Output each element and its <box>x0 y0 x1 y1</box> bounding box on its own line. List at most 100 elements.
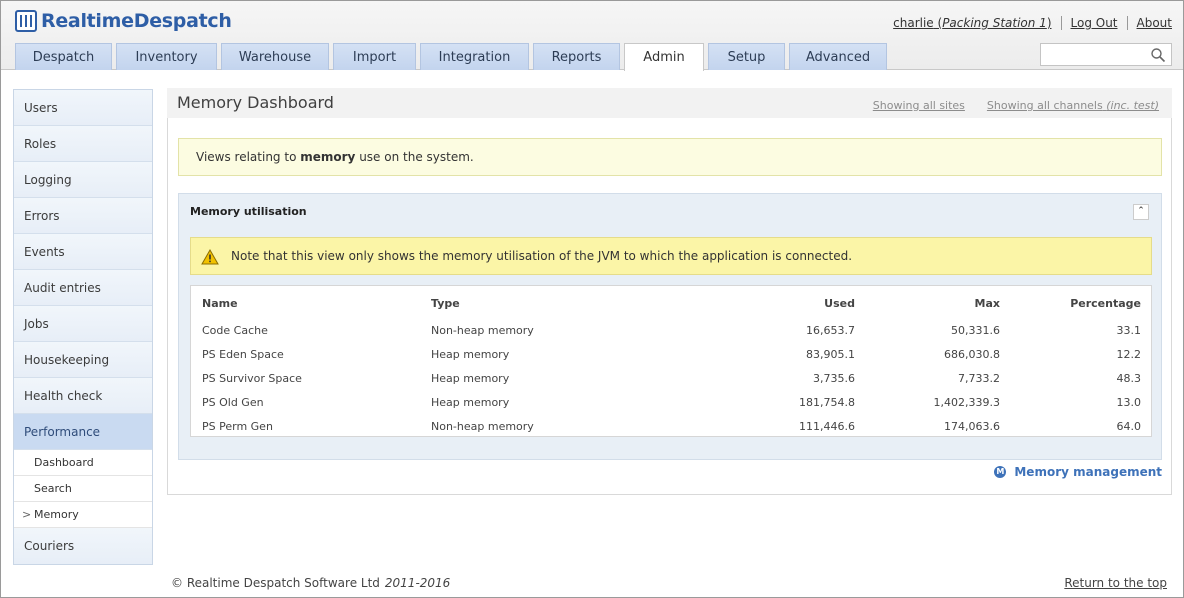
tab-admin[interactable]: Admin <box>624 43 704 71</box>
tab-inventory[interactable]: Inventory <box>116 43 217 70</box>
main-tabs: Despatch Inventory Warehouse Import Inte… <box>15 43 891 71</box>
divider <box>1060 16 1062 30</box>
cell-percentage: 33.1 <box>1116 323 1142 337</box>
memory-table-container: Name Type Used Max Percentage Code Cache… <box>190 285 1152 437</box>
warning-message: Note that this view only shows the memor… <box>190 237 1152 275</box>
col-header-used[interactable]: Used <box>671 286 855 318</box>
memory-management-icon: M <box>994 466 1007 478</box>
memory-utilisation-section: Memory utilisation ⌃ Note that this view… <box>178 193 1162 460</box>
sidebar-item-users[interactable]: Users <box>14 90 152 126</box>
tab-integration[interactable]: Integration <box>420 43 529 70</box>
cell-type: Non-heap memory <box>431 419 534 433</box>
sidebar-item-errors[interactable]: Errors <box>14 198 152 234</box>
collapse-icon[interactable]: ⌃ <box>1133 204 1149 220</box>
memory-management-link[interactable]: M Memory management <box>994 465 1162 479</box>
cell-used: 111,446.6 <box>799 419 855 433</box>
section-title: Memory utilisation <box>190 205 307 218</box>
cell-max: 1,402,339.3 <box>933 395 1000 409</box>
panel-body: Views relating to memory use on the syst… <box>167 118 1172 495</box>
table-row: Code Cache Non-heap memory 16,653.7 50,3… <box>191 318 1151 342</box>
tab-advanced[interactable]: Advanced <box>789 43 887 70</box>
sidebar-item-events[interactable]: Events <box>14 234 152 270</box>
cell-max: 50,331.6 <box>951 323 1000 337</box>
channels-filter-link[interactable]: Showing all channels (inc. test) <box>987 99 1159 112</box>
logo-text-bold: Realtime <box>41 10 134 32</box>
app-header: RealtimeDespatch charlie (Packing Statio… <box>1 1 1183 71</box>
col-header-max[interactable]: Max <box>855 286 1000 318</box>
cell-used: 16,653.7 <box>806 323 855 337</box>
info-suffix: use on the system. <box>359 150 474 164</box>
sidebar-item-jobs[interactable]: Jobs <box>14 306 152 342</box>
page-title: Memory Dashboard <box>177 93 334 112</box>
barcode-box-icon <box>15 10 37 32</box>
col-header-type[interactable]: Type <box>431 286 671 318</box>
col-header-name[interactable]: Name <box>191 286 431 318</box>
sidebar-subitem-memory-label: Memory <box>34 508 79 521</box>
cell-name: PS Survivor Space <box>202 371 302 385</box>
user-links: charlie (Packing Station 1) Log Out Abou… <box>893 16 1172 30</box>
search-input[interactable] <box>1040 43 1172 66</box>
station-name: Packing Station 1 <box>942 16 1047 30</box>
user-profile-link[interactable]: charlie (Packing Station 1) <box>893 16 1051 30</box>
copyright-years: 2011-2016 <box>384 576 451 590</box>
user-name: charlie <box>893 16 934 30</box>
channels-filter-note: (inc. test) <box>1106 99 1159 112</box>
sidebar-subitem-search[interactable]: Search <box>14 476 152 502</box>
info-message: Views relating to memory use on the syst… <box>178 138 1162 176</box>
scope-links: Showing all sites Showing all channels (… <box>873 99 1159 112</box>
tab-reports[interactable]: Reports <box>533 43 620 70</box>
table-row: PS Eden Space Heap memory 83,905.1 686,0… <box>191 342 1151 366</box>
about-link[interactable]: About <box>1137 16 1172 30</box>
table-row: PS Survivor Space Heap memory 3,735.6 7,… <box>191 366 1151 390</box>
info-keyword: memory <box>300 150 356 164</box>
cell-type: Non-heap memory <box>431 323 534 337</box>
tab-despatch[interactable]: Despatch <box>15 43 112 70</box>
sidebar-item-housekeeping[interactable]: Housekeeping <box>14 342 152 378</box>
cell-percentage: 12.2 <box>1116 347 1142 361</box>
cell-name: Code Cache <box>202 323 268 337</box>
divider <box>1126 16 1128 30</box>
table-header-row: Name Type Used Max Percentage <box>191 286 1151 318</box>
tab-setup[interactable]: Setup <box>708 43 785 70</box>
table-row: PS Old Gen Heap memory 181,754.8 1,402,3… <box>191 390 1151 414</box>
admin-sidebar: Users Roles Logging Errors Events Audit … <box>13 89 153 565</box>
chevron-right-icon: > <box>22 508 32 521</box>
cell-name: PS Eden Space <box>202 347 284 361</box>
return-to-top-link[interactable]: Return to the top <box>1064 576 1167 590</box>
channels-filter-label: Showing all channels <box>986 99 1103 112</box>
cell-max: 686,030.8 <box>944 347 1000 361</box>
footer-links: Return to the top <box>1064 576 1167 590</box>
warning-text: Note that this view only shows the memor… <box>231 249 853 263</box>
cell-percentage: 64.0 <box>1116 419 1142 433</box>
sidebar-subitem-memory[interactable]: > Memory <box>14 502 152 528</box>
logo-text-rest: Despatch <box>133 10 232 32</box>
cell-type: Heap memory <box>431 371 510 385</box>
tab-import[interactable]: Import <box>333 43 416 70</box>
search-icon[interactable] <box>1150 47 1166 63</box>
sidebar-item-couriers[interactable]: Couriers <box>14 528 152 564</box>
table-row: PS Perm Gen Non-heap memory 111,446.6 17… <box>191 414 1151 438</box>
copyright-text: © Realtime Despatch Software Ltd <box>171 576 380 590</box>
sidebar-item-roles[interactable]: Roles <box>14 126 152 162</box>
memory-management-label: Memory management <box>1014 465 1162 479</box>
cell-used: 181,754.8 <box>799 395 855 409</box>
cell-name: PS Old Gen <box>202 395 264 409</box>
col-header-percentage[interactable]: Percentage <box>1000 286 1151 318</box>
logo[interactable]: RealtimeDespatch <box>15 8 232 34</box>
sidebar-item-audit-entries[interactable]: Audit entries <box>14 270 152 306</box>
tab-warehouse[interactable]: Warehouse <box>221 43 329 70</box>
cell-used: 83,905.1 <box>806 347 855 361</box>
sidebar-item-performance[interactable]: Performance <box>14 414 152 450</box>
sites-filter-link[interactable]: Showing all sites <box>873 99 965 112</box>
cell-name: PS Perm Gen <box>202 419 273 433</box>
cell-type: Heap memory <box>431 395 510 409</box>
memory-table: Name Type Used Max Percentage Code Cache… <box>191 286 1151 438</box>
sidebar-subitem-dashboard[interactable]: Dashboard <box>14 450 152 476</box>
cell-percentage: 13.0 <box>1116 395 1142 409</box>
footer-copyright: © Realtime Despatch Software Ltd 2011-201… <box>171 576 450 590</box>
cell-max: 7,733.2 <box>958 371 1000 385</box>
logout-link[interactable]: Log Out <box>1071 16 1118 30</box>
cell-type: Heap memory <box>431 347 510 361</box>
sidebar-item-logging[interactable]: Logging <box>14 162 152 198</box>
sidebar-item-health-check[interactable]: Health check <box>14 378 152 414</box>
